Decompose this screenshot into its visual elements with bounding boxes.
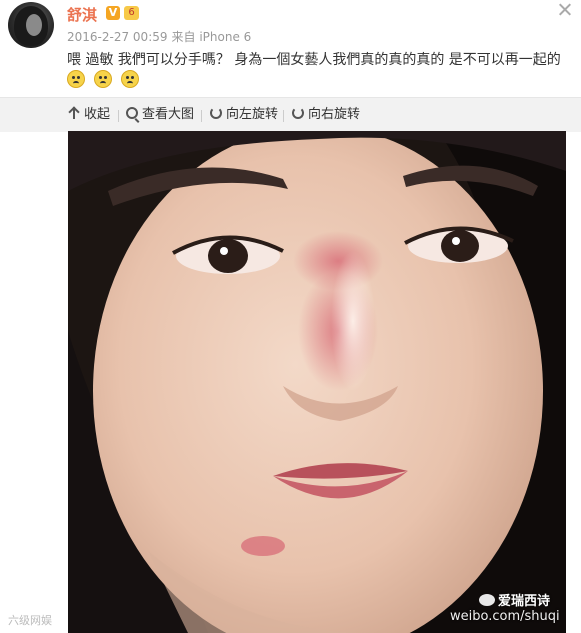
divider bbox=[118, 110, 119, 122]
corner-watermark: 六级网娱 bbox=[8, 614, 52, 627]
timestamp[interactable]: 2016-2-27 00:59 bbox=[67, 30, 168, 44]
view-large-label: 查看大图 bbox=[142, 107, 195, 122]
emoji-row bbox=[67, 70, 143, 90]
magnifier-icon bbox=[126, 107, 138, 119]
username[interactable]: 舒淇 bbox=[67, 4, 97, 25]
collapse-button[interactable]: 收起 bbox=[68, 106, 110, 124]
image-toolbar: 收起 查看大图 向左旋转 向右旋转 bbox=[0, 97, 581, 132]
arrow-up-icon bbox=[68, 107, 80, 119]
weibo-url-watermark: weibo.com/shuqi bbox=[450, 609, 560, 624]
rotate-right-icon bbox=[292, 107, 304, 119]
rotate-left-button[interactable]: 向左旋转 bbox=[210, 106, 278, 124]
crying-face-icon bbox=[121, 70, 140, 88]
collapse-label: 收起 bbox=[84, 107, 111, 122]
rotate-right-label: 向右旋转 bbox=[308, 107, 361, 122]
divider bbox=[283, 110, 284, 122]
close-icon[interactable] bbox=[557, 2, 573, 18]
verified-badge-icon: V bbox=[106, 6, 120, 20]
view-large-button[interactable]: 查看大图 bbox=[126, 106, 194, 124]
post-meta: 2016-2-27 00:59 来自 iPhone 6 bbox=[67, 28, 251, 45]
crying-face-icon bbox=[94, 70, 113, 88]
wechat-icon bbox=[479, 594, 495, 606]
rotate-left-label: 向左旋转 bbox=[226, 107, 279, 122]
post-photo[interactable] bbox=[68, 131, 566, 633]
post-text: 喂 過敏 我們可以分手嗎？ 身為一個女藝人我們真的真的真的 是不可以再一起的 bbox=[67, 52, 561, 68]
rotate-left-icon bbox=[210, 107, 222, 119]
rotate-right-button[interactable]: 向右旋转 bbox=[292, 106, 360, 124]
wechat-watermark: 爱瑞西诗 bbox=[479, 590, 550, 609]
weibo-post: 舒淇 V 6 2016-2-27 00:59 来自 iPhone 6 喂 過敏 我… bbox=[0, 0, 581, 633]
level-badge-icon: 6 bbox=[124, 6, 139, 20]
divider bbox=[201, 110, 202, 122]
post-source: 来自 iPhone 6 bbox=[171, 30, 252, 44]
crying-face-icon bbox=[67, 70, 85, 88]
face-photo bbox=[68, 131, 566, 633]
avatar[interactable] bbox=[8, 2, 54, 48]
